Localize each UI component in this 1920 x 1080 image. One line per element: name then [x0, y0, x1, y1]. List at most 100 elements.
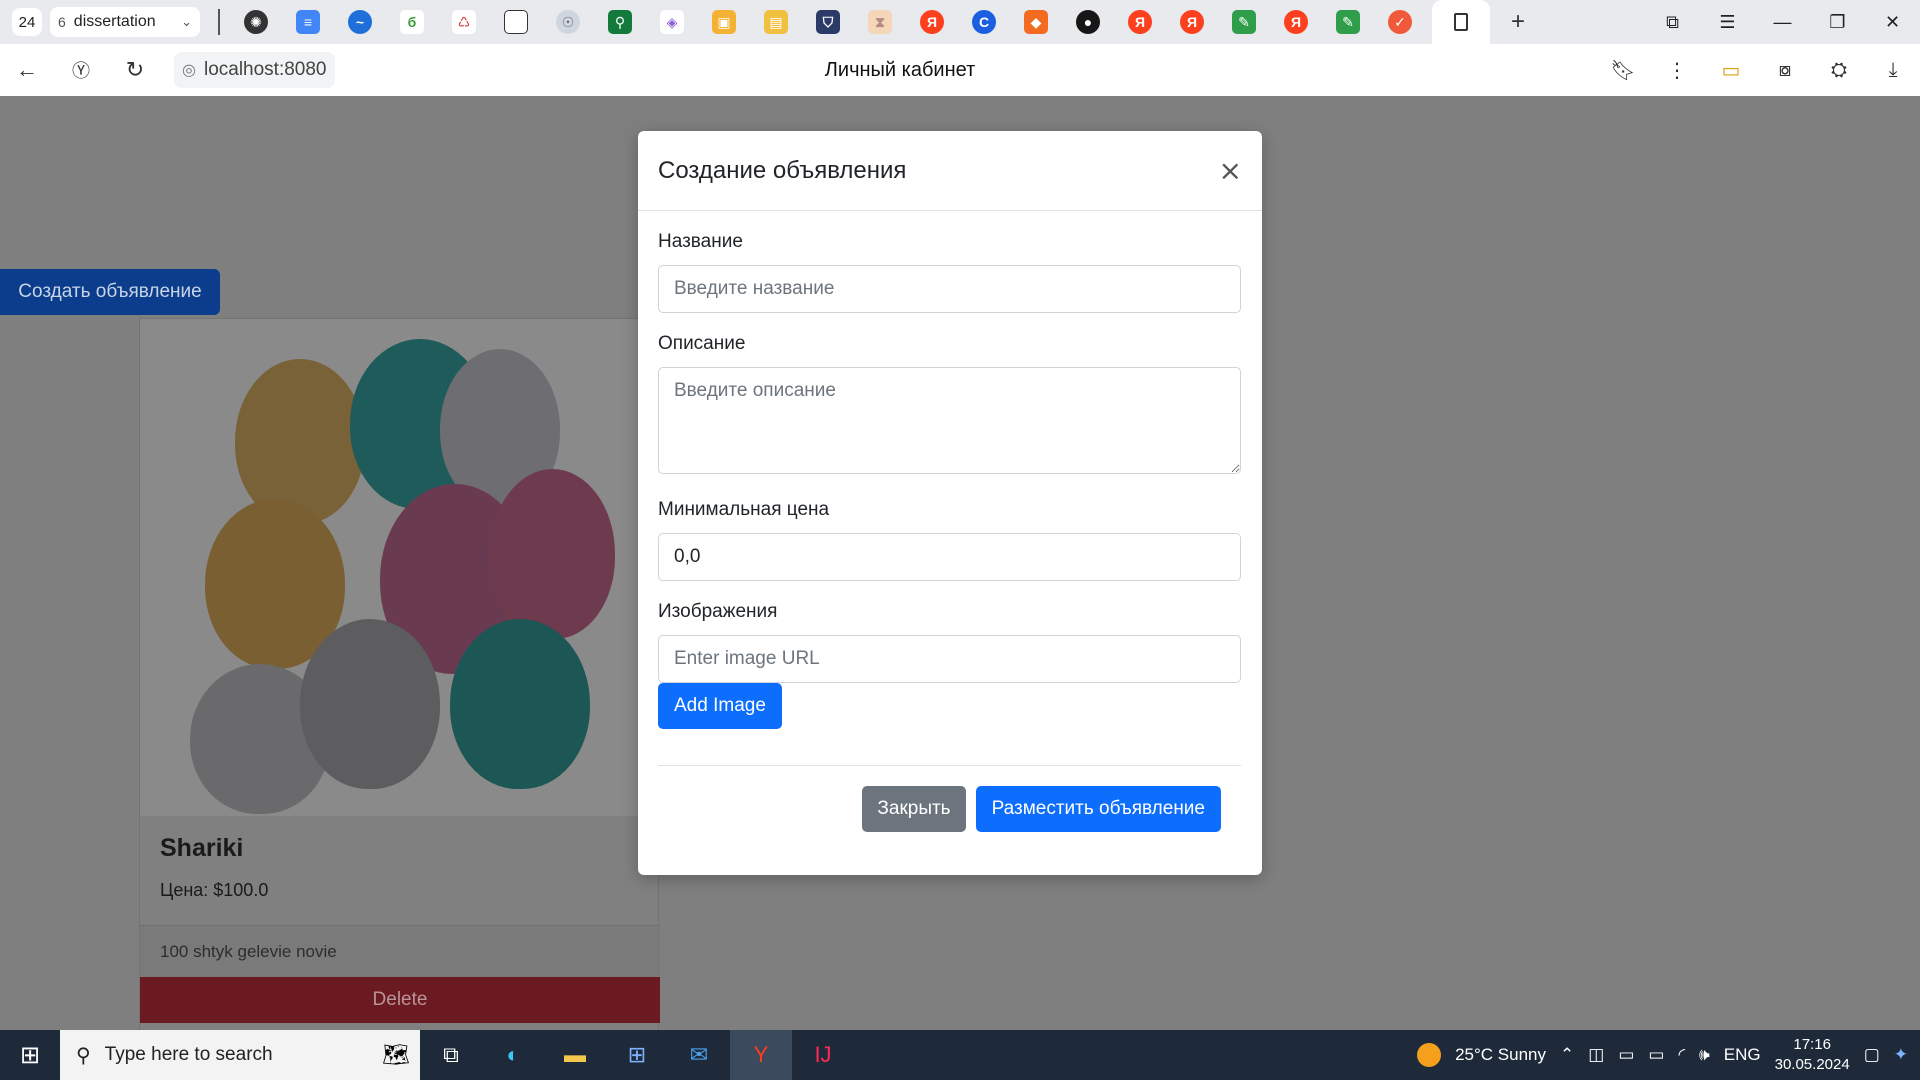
edge-icon[interactable]: ◐ [482, 1030, 544, 1080]
wave-icon[interactable]: ~ [348, 10, 372, 34]
yandex-home-button[interactable]: Ⓨ [54, 57, 108, 83]
delete-button[interactable]: Delete [140, 977, 660, 1023]
more-icon[interactable]: ⋮ [1650, 58, 1704, 83]
volume-icon[interactable]: 🕪︎ [1699, 1045, 1710, 1065]
copilot-icon[interactable]: ✦ [1894, 1045, 1908, 1065]
shield-icon[interactable]: ⛉ [816, 10, 840, 34]
package-icon[interactable]: ▤ [764, 10, 788, 34]
intellij-icon[interactable]: IJ [792, 1030, 854, 1080]
back-button[interactable]: ← [0, 57, 54, 83]
github-icon[interactable]: ● [1076, 10, 1100, 34]
download-icon[interactable]: ⤓ [1866, 59, 1920, 82]
ruble-icon[interactable]: б [400, 10, 424, 34]
brain-icon[interactable]: ☉ [556, 10, 580, 34]
restore-button[interactable]: ❐ [1810, 12, 1865, 33]
battery-icon[interactable]: ▭ [1704, 58, 1758, 83]
extension-icon[interactable]: ⛭ [1812, 59, 1866, 82]
yandex-icon[interactable]: Я [1180, 10, 1204, 34]
listing-description: 100 shtyk gelevie novie [140, 925, 660, 977]
chatgpt-icon[interactable]: ✺ [244, 10, 268, 34]
window-controls: ⧉ ☰ — ❐ ✕ [1645, 12, 1920, 33]
description-group: Описание [658, 333, 1242, 479]
taskbar: ⊞ ⚲ Type here to search 🗺︎ ⧉ ◐ ▬ ⊞ ✉ Y I… [0, 1030, 1920, 1080]
description-textarea[interactable] [658, 367, 1241, 474]
name-group: Название [658, 231, 1242, 313]
chevron-down-icon: ⌄ [181, 14, 192, 29]
yandex-icon[interactable]: Я [1128, 10, 1152, 34]
pinned-tabs: ✺ ≡ ~ б ♺ ☉ ⚲ ◈ ▣ ▤ ⛉ ⧗ Я C ◆ ● Я Я ✎ Я … [230, 10, 1426, 34]
submit-listing-button[interactable]: Разместить объявление [975, 786, 1221, 832]
sync-icon[interactable]: ♺ [452, 10, 476, 34]
orange-box-icon[interactable]: ◆ [1024, 10, 1048, 34]
c-logo-icon[interactable]: C [972, 10, 996, 34]
wifi-icon[interactable]: ◜ [1678, 1045, 1685, 1065]
min-price-input[interactable] [658, 533, 1241, 581]
weather-text[interactable]: 25°C Sunny [1455, 1045, 1546, 1065]
display-icon[interactable]: ▭ [1618, 1045, 1634, 1065]
system-tray: 25°C Sunny ⌃ ◫ ▭ ▭ ◜ 🕪︎ ENG 17:16 30.05.… [1417, 1035, 1920, 1075]
hourglass-icon[interactable]: ⧗ [868, 10, 892, 34]
cube-icon[interactable]: ◈ [660, 10, 684, 34]
yandex-icon[interactable]: Я [920, 10, 944, 34]
close-icon[interactable]: × [1219, 154, 1242, 187]
tab-count-badge[interactable]: 24 [12, 8, 42, 36]
close-button[interactable]: Закрыть [862, 786, 966, 832]
add-image-button[interactable]: Add Image [658, 683, 782, 729]
document-icon[interactable] [504, 10, 528, 34]
minimize-button[interactable]: — [1755, 12, 1810, 33]
image-url-input[interactable] [658, 635, 1241, 683]
menu-icon[interactable]: ☰ [1700, 12, 1755, 33]
chevron-up-icon[interactable]: ⌃ [1560, 1045, 1574, 1065]
battery-icon[interactable]: ▭ [1648, 1045, 1664, 1065]
windows-start-icon[interactable]: ⊞ [0, 1041, 60, 1070]
reload-button[interactable]: ↻ [108, 57, 162, 83]
modal-body: Название Описание Минимальная цена Изобр… [638, 211, 1262, 729]
file-explorer-icon[interactable]: ▬ [544, 1030, 606, 1080]
new-tab-button[interactable]: + [1502, 6, 1534, 38]
images-group: Изображения Add Image [658, 601, 1242, 729]
store-icon[interactable]: ⊞ [606, 1030, 668, 1080]
notifications-icon[interactable]: ▢ [1864, 1045, 1880, 1065]
yandex-browser-icon[interactable]: Y [730, 1030, 792, 1080]
tab-divider [218, 9, 220, 35]
translate-icon[interactable]: ⧇ [1758, 59, 1812, 82]
collections-icon[interactable]: ⧉ [1645, 12, 1700, 33]
create-listing-button[interactable]: Создать объявление [0, 269, 220, 315]
language-indicator[interactable]: ENG [1724, 1045, 1761, 1065]
yandex-icon[interactable]: Я [1284, 10, 1308, 34]
bookmark-icon[interactable]: 🔖︎ [1596, 58, 1650, 83]
taskbar-search[interactable]: ⚲ Type here to search 🗺︎ [60, 1030, 420, 1080]
active-tab[interactable] [1432, 0, 1490, 44]
listing-card: Shariki Цена: $100.0 100 shtyk gelevie n… [139, 318, 660, 1033]
search-icon: ⚲ [76, 1044, 91, 1067]
tab-group-chip[interactable]: 6 dissertation ⌄ [50, 7, 200, 37]
modal-title: Создание объявления [658, 156, 907, 184]
url-text: localhost:8080 [203, 59, 327, 80]
name-input[interactable] [658, 265, 1241, 313]
name-label: Название [658, 231, 743, 252]
clock-date: 30.05.2024 [1774, 1056, 1850, 1073]
camera-icon[interactable]: ◫ [1588, 1045, 1604, 1065]
close-window-button[interactable]: ✕ [1865, 12, 1920, 33]
url-field[interactable]: ◎ localhost:8080 [174, 52, 335, 88]
modal-header: Создание объявления × [638, 131, 1262, 211]
weather-sun-icon [1417, 1043, 1442, 1067]
search-doc-icon[interactable]: ⚲ [608, 10, 632, 34]
box-icon[interactable]: ▣ [712, 10, 736, 34]
address-bar-actions: 🔖︎ ⋮ ▭ ⧇ ⛭ ⤓ [1596, 58, 1920, 83]
listing-price: Цена: $100.0 [160, 880, 269, 900]
task-view-icon[interactable]: ⧉ [420, 1030, 482, 1080]
site-info-icon[interactable]: ◎ [182, 60, 196, 80]
app-icon[interactable]: ✓ [1388, 10, 1412, 34]
leaf-icon[interactable]: ✎ [1232, 10, 1256, 34]
clock[interactable]: 17:16 30.05.2024 [1775, 1035, 1850, 1075]
images-label: Изображения [658, 601, 778, 622]
tab-group-name: dissertation [73, 13, 156, 30]
mail-icon[interactable]: ✉ [668, 1030, 730, 1080]
address-bar: ← Ⓨ ↻ ◎ localhost:8080 Личный кабинет 🔖︎… [0, 44, 1920, 96]
search-highlight-icon: 🗺︎ [382, 1042, 410, 1067]
docs-icon[interactable]: ≡ [296, 10, 320, 34]
create-listing-modal: Создание объявления × Название Описание … [638, 131, 1262, 875]
listing-image [140, 319, 660, 816]
leaf-icon[interactable]: ✎ [1336, 10, 1360, 34]
